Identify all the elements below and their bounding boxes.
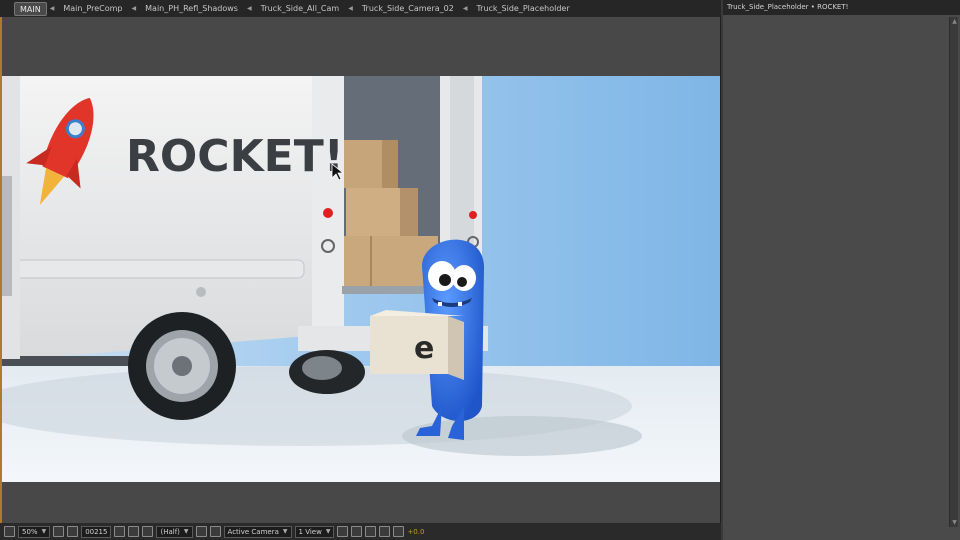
crumb-arrow-icon: ◀ xyxy=(462,5,468,12)
fast-draft-icon[interactable] xyxy=(351,526,363,537)
breadcrumb: MAIN ◀ Main_PreComp ◀ Main_PH_Refl_Shado… xyxy=(0,0,721,17)
always-preview-icon[interactable] xyxy=(4,526,15,537)
timecode-field[interactable]: 00215 xyxy=(81,525,112,538)
crumb-truck-side-placeholder[interactable]: Truck_Side_Placeholder xyxy=(470,2,575,16)
crumb-truck-side-camera-02[interactable]: Truck_Side_Camera_02 xyxy=(356,2,460,16)
timeline-icon[interactable] xyxy=(365,526,377,537)
grid-icon[interactable] xyxy=(53,526,65,537)
fast-previews-icon[interactable] xyxy=(195,526,207,537)
crumb-main-ph-refl-shadows[interactable]: Main_PH_Refl_Shadows xyxy=(139,2,244,16)
transparency-grid-icon[interactable] xyxy=(209,526,221,537)
viewer-toolbar: 50% ▼ 00215 (Half) ▼ Active Camera ▼ 1 View… xyxy=(0,523,721,540)
chevron-down-icon: ▼ xyxy=(41,527,47,535)
crumb-arrow-icon: ◀ xyxy=(246,5,252,12)
fuel-cap xyxy=(196,287,206,297)
resolution-value: (Half) xyxy=(160,527,180,536)
composition-viewer[interactable]: ROCKET! e xyxy=(2,76,720,482)
scroll-up-icon[interactable]: ▲ xyxy=(951,18,958,25)
pixel-aspect-icon[interactable] xyxy=(337,526,349,537)
camera-value: Active Camera xyxy=(227,527,279,536)
snapshot-camera-icon[interactable] xyxy=(114,526,126,537)
truck-rail xyxy=(2,259,305,279)
taillight xyxy=(323,208,333,218)
magnification-dropdown[interactable]: 50% ▼ xyxy=(18,525,51,538)
camera-view-dropdown[interactable]: Active Camera ▼ xyxy=(223,525,292,538)
vertical-scrollbar[interactable]: ▲ ▼ xyxy=(949,17,958,527)
carried-box: e xyxy=(370,310,464,380)
resolution-dropdown[interactable]: (Half) ▼ xyxy=(156,525,193,538)
taillight xyxy=(469,211,477,219)
magnification-value: 50% xyxy=(22,527,38,536)
crumb-truck-side-all-cam[interactable]: Truck_Side_All_Cam xyxy=(255,2,346,16)
box-letter: e xyxy=(414,331,434,366)
secondary-viewer-panel: Truck_Side_Placeholder • ROCKET! ▲ ▼ xyxy=(723,0,960,540)
color-channels-icon[interactable] xyxy=(142,526,154,537)
chevron-down-icon: ▼ xyxy=(183,527,189,535)
crumb-arrow-icon: ◀ xyxy=(348,5,353,12)
composition-panel: MAIN ◀ Main_PreComp ◀ Main_PH_Refl_Shado… xyxy=(0,0,721,540)
region-of-interest-icon[interactable] xyxy=(67,526,79,537)
exposure-value[interactable]: +0.0 xyxy=(407,528,424,536)
scroll-down-icon[interactable]: ▼ xyxy=(951,519,958,526)
crumb-main-precomp[interactable]: Main_PreComp xyxy=(57,2,128,16)
crumb-main[interactable]: MAIN xyxy=(14,1,47,16)
crumb-arrow-icon: ◀ xyxy=(49,5,55,12)
view-layout-dropdown[interactable]: 1 View ▼ xyxy=(294,525,335,538)
rendered-frame: ROCKET! e xyxy=(2,76,720,482)
show-snapshot-icon[interactable] xyxy=(128,526,140,537)
reset-exposure-icon[interactable] xyxy=(393,526,405,537)
views-value: 1 View xyxy=(298,527,322,536)
chevron-down-icon: ▼ xyxy=(325,527,331,535)
panel-title[interactable]: Truck_Side_Placeholder • ROCKET! xyxy=(723,0,960,15)
chevron-down-icon: ▼ xyxy=(282,527,288,535)
crumb-arrow-icon: ◀ xyxy=(131,5,137,12)
truck-wheel xyxy=(128,312,236,420)
truck-wheel xyxy=(289,350,365,394)
flowchart-icon[interactable] xyxy=(379,526,391,537)
truck-undercarriage xyxy=(2,356,132,366)
truck-brand-text: ROCKET! xyxy=(126,131,344,182)
